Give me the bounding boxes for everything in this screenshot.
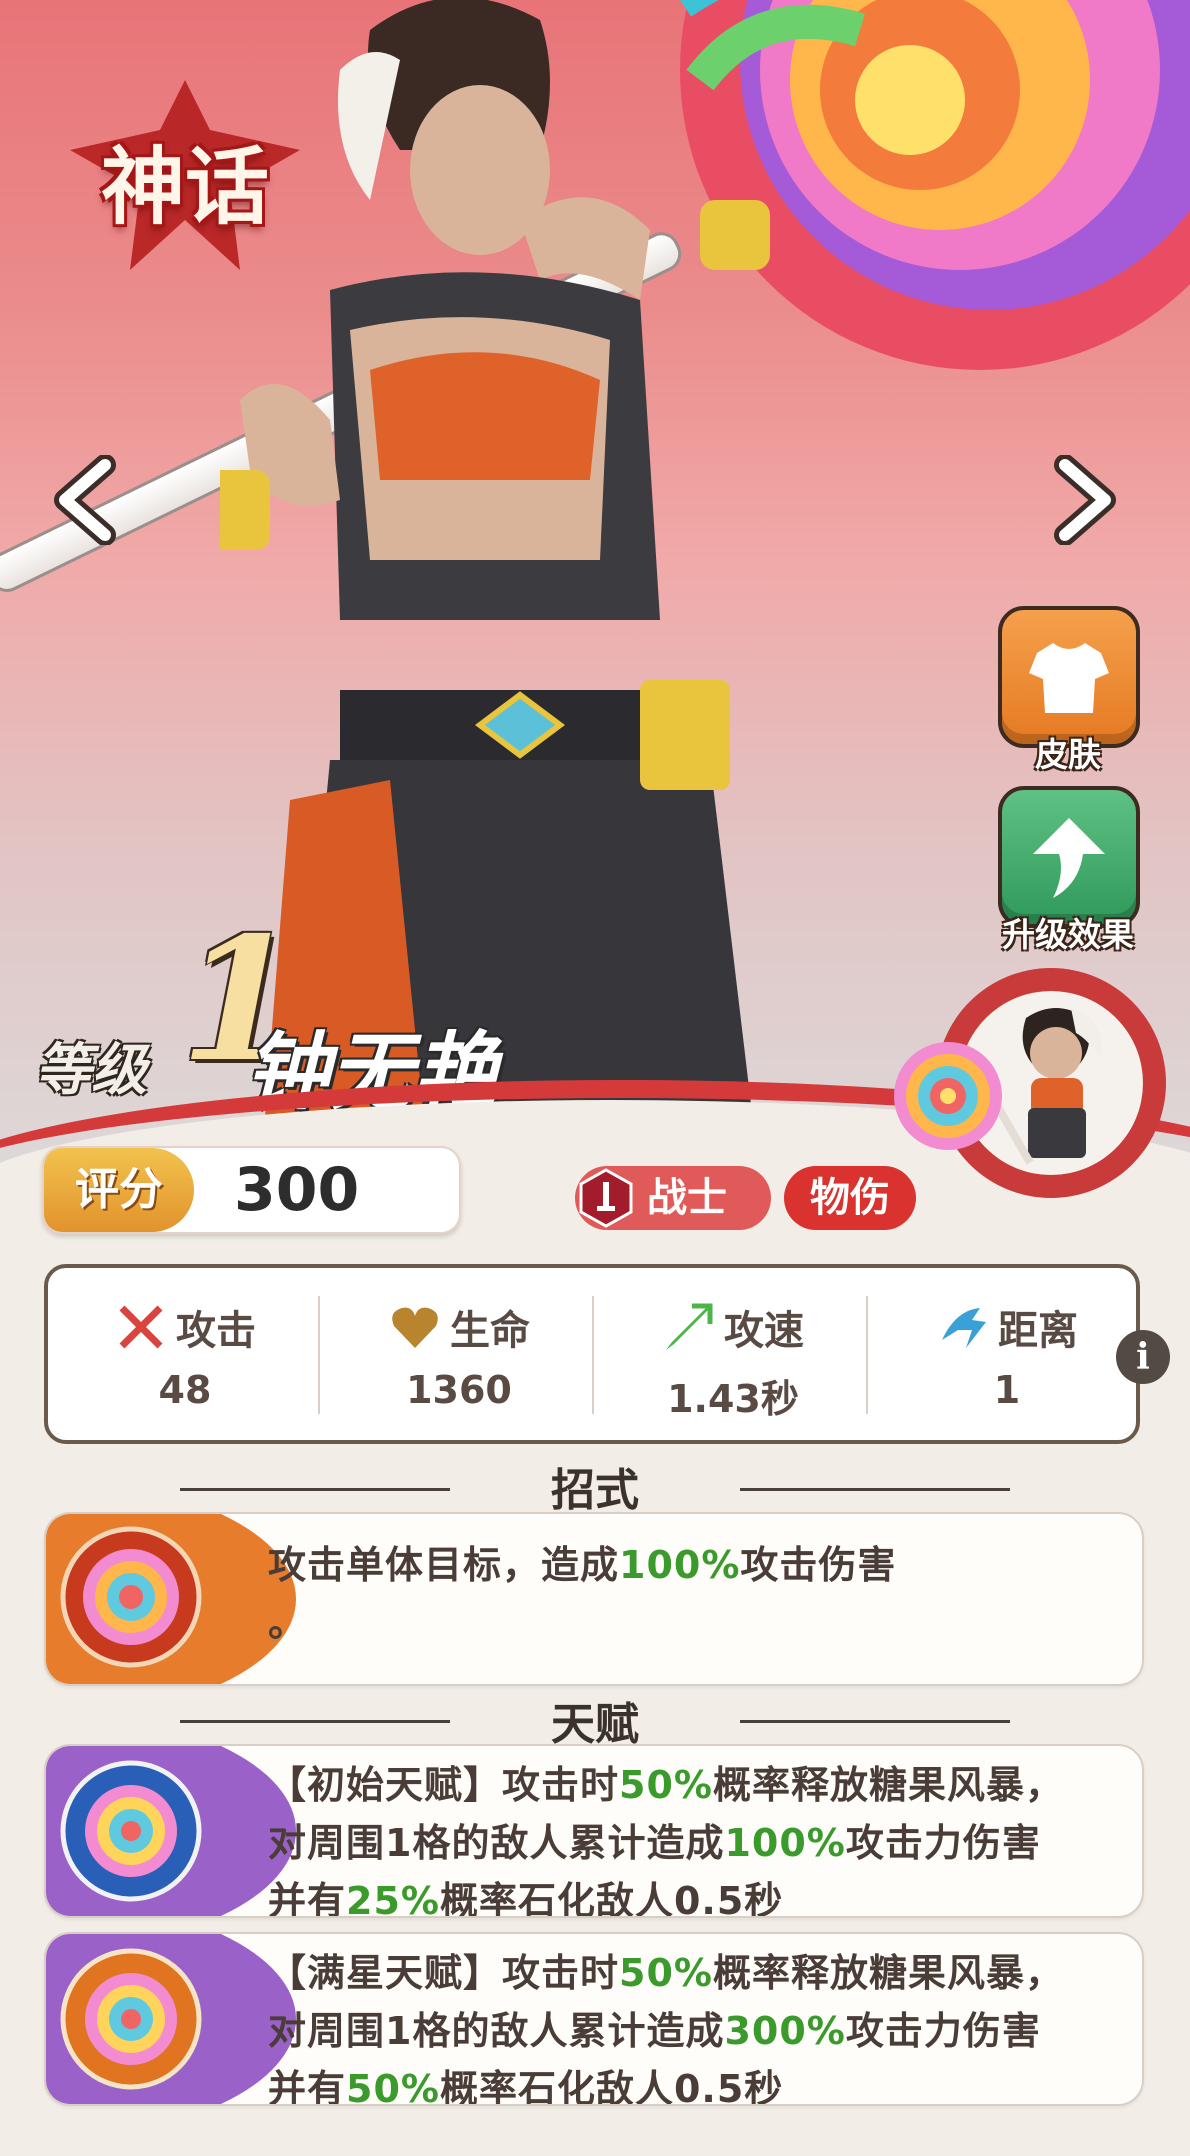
stat-divider bbox=[592, 1296, 594, 1414]
talent-text: 并有 bbox=[268, 2067, 347, 2106]
upgrade-button-label: 升级效果 bbox=[1002, 915, 1134, 954]
skin-tile[interactable] bbox=[998, 606, 1140, 748]
skin-button[interactable]: 皮肤 bbox=[998, 606, 1140, 776]
level-and-name: 等级 1 钟无艳 bbox=[30, 900, 630, 1121]
stat-divider bbox=[866, 1296, 868, 1414]
mythic-badge-text: 神话 bbox=[100, 137, 269, 236]
stat-attack-speed: 攻速 1.43秒 bbox=[596, 1268, 870, 1440]
up-arrow-icon bbox=[1033, 818, 1105, 898]
talent-percent: 50% bbox=[619, 1763, 713, 1807]
lollipop-icon bbox=[892, 1040, 1004, 1152]
talent-text: 概率石化敌人0.5秒 bbox=[439, 1879, 784, 1918]
talent-percent: 50% bbox=[619, 1951, 713, 1995]
stat-range: 距离 1 bbox=[870, 1268, 1144, 1440]
talent-text: 对周围1格的敌人累计造成 bbox=[268, 1821, 725, 1865]
heart-icon bbox=[392, 1307, 438, 1348]
mythic-rarity-badge: 神话 bbox=[70, 80, 300, 270]
upgrade-effect-button[interactable]: 升级效果 bbox=[998, 786, 1140, 956]
talent-initial-description: 【初始天赋】攻击时50%概率释放糖果风暴， 对周围1格的敌人累计造成100%攻击… bbox=[268, 1756, 1122, 1918]
stats-panel: 攻击 48 生命 1360 攻速 1.43秒 距离 1 bbox=[44, 1264, 1140, 1444]
talent-full-description: 【满星天赋】攻击时50%概率释放糖果风暴， 对周围1格的敌人累计造成300%攻击… bbox=[268, 1944, 1122, 2106]
talent-percent: 50% bbox=[346, 2067, 440, 2106]
stat-range-name: 距离 bbox=[998, 1308, 1078, 1354]
attack-speed-icon bbox=[666, 1303, 713, 1350]
talent-card-full-star[interactable]: 【满星天赋】攻击时50%概率释放糖果风暴， 对周围1格的敌人累计造成300%攻击… bbox=[44, 1932, 1144, 2106]
candy-fire-talent-icon bbox=[60, 1948, 202, 2090]
next-hero-arrow-icon[interactable] bbox=[1050, 454, 1120, 546]
stat-attack-value: 48 bbox=[158, 1368, 212, 1412]
move-text: 攻击单体目标，造成 bbox=[268, 1543, 620, 1587]
stat-attack: 攻击 48 bbox=[48, 1268, 322, 1440]
talent-text: 并有 bbox=[268, 1879, 347, 1918]
stat-speed-name: 攻速 bbox=[724, 1308, 804, 1354]
candy-storm-talent-icon bbox=[60, 1760, 202, 1902]
talent-percent: 300% bbox=[724, 2009, 846, 2053]
candy-swirl-skill-icon bbox=[60, 1526, 202, 1668]
move-card[interactable]: 攻击单体目标，造成100%攻击伤害 。 bbox=[44, 1512, 1144, 1686]
talent-text: 攻击力伤害 bbox=[845, 1821, 1041, 1865]
score-label: 评分 bbox=[44, 1148, 194, 1232]
stat-divider bbox=[318, 1296, 320, 1414]
attack-sword-icon bbox=[119, 1305, 163, 1349]
stat-hp: 生命 1360 bbox=[322, 1268, 596, 1440]
move-text: 。 bbox=[268, 1601, 308, 1645]
skin-button-label: 皮肤 bbox=[1035, 735, 1101, 774]
class-tag-label: 战士 bbox=[647, 1175, 727, 1221]
stat-range-value: 1 bbox=[993, 1368, 1021, 1412]
talent-text: 【初始天赋】攻击时 bbox=[268, 1763, 620, 1807]
move-text: 攻击伤害 bbox=[740, 1543, 897, 1587]
warrior-shield-icon bbox=[579, 1168, 633, 1228]
talent-text: 对周围1格的敌人累计造成 bbox=[268, 2009, 725, 2053]
talent-text: 概率释放糖果风暴， bbox=[712, 1951, 1064, 1995]
moves-section-title: 招式 bbox=[551, 1465, 639, 1516]
level-label: 等级 bbox=[35, 1037, 147, 1103]
talent-text: 概率石化敌人0.5秒 bbox=[439, 2067, 784, 2106]
stat-speed-value: 1.43秒 bbox=[667, 1377, 799, 1421]
talent-percent: 100% bbox=[724, 1821, 846, 1865]
move-description: 攻击单体目标，造成100%攻击伤害 。 bbox=[268, 1536, 1122, 1652]
range-icon bbox=[942, 1308, 986, 1348]
info-icon[interactable]: i bbox=[1116, 1330, 1170, 1384]
move-percent: 100% bbox=[619, 1543, 741, 1587]
shirt-icon bbox=[1029, 643, 1109, 713]
stat-hp-value: 1360 bbox=[406, 1368, 512, 1412]
talent-section-title: 天赋 bbox=[551, 1699, 639, 1750]
damage-type-tag: 物伤 bbox=[784, 1166, 916, 1230]
class-tag-warrior: 战士 bbox=[575, 1166, 771, 1230]
talent-text: 概率释放糖果风暴， bbox=[712, 1763, 1064, 1807]
stat-hp-name: 生命 bbox=[450, 1308, 530, 1354]
score-value: 300 bbox=[234, 1155, 360, 1225]
talent-percent: 25% bbox=[346, 1879, 440, 1918]
previous-hero-arrow-icon[interactable] bbox=[50, 454, 120, 546]
upgrade-tile[interactable] bbox=[998, 786, 1140, 928]
stat-attack-name: 攻击 bbox=[176, 1308, 256, 1354]
talent-text: 【满星天赋】攻击时 bbox=[268, 1951, 620, 1995]
talent-text: 攻击力伤害 bbox=[845, 2009, 1041, 2053]
talent-card-initial[interactable]: 【初始天赋】攻击时50%概率释放糖果风暴， 对周围1格的敌人累计造成100%攻击… bbox=[44, 1744, 1144, 1918]
score-box: 评分 300 bbox=[42, 1146, 461, 1234]
